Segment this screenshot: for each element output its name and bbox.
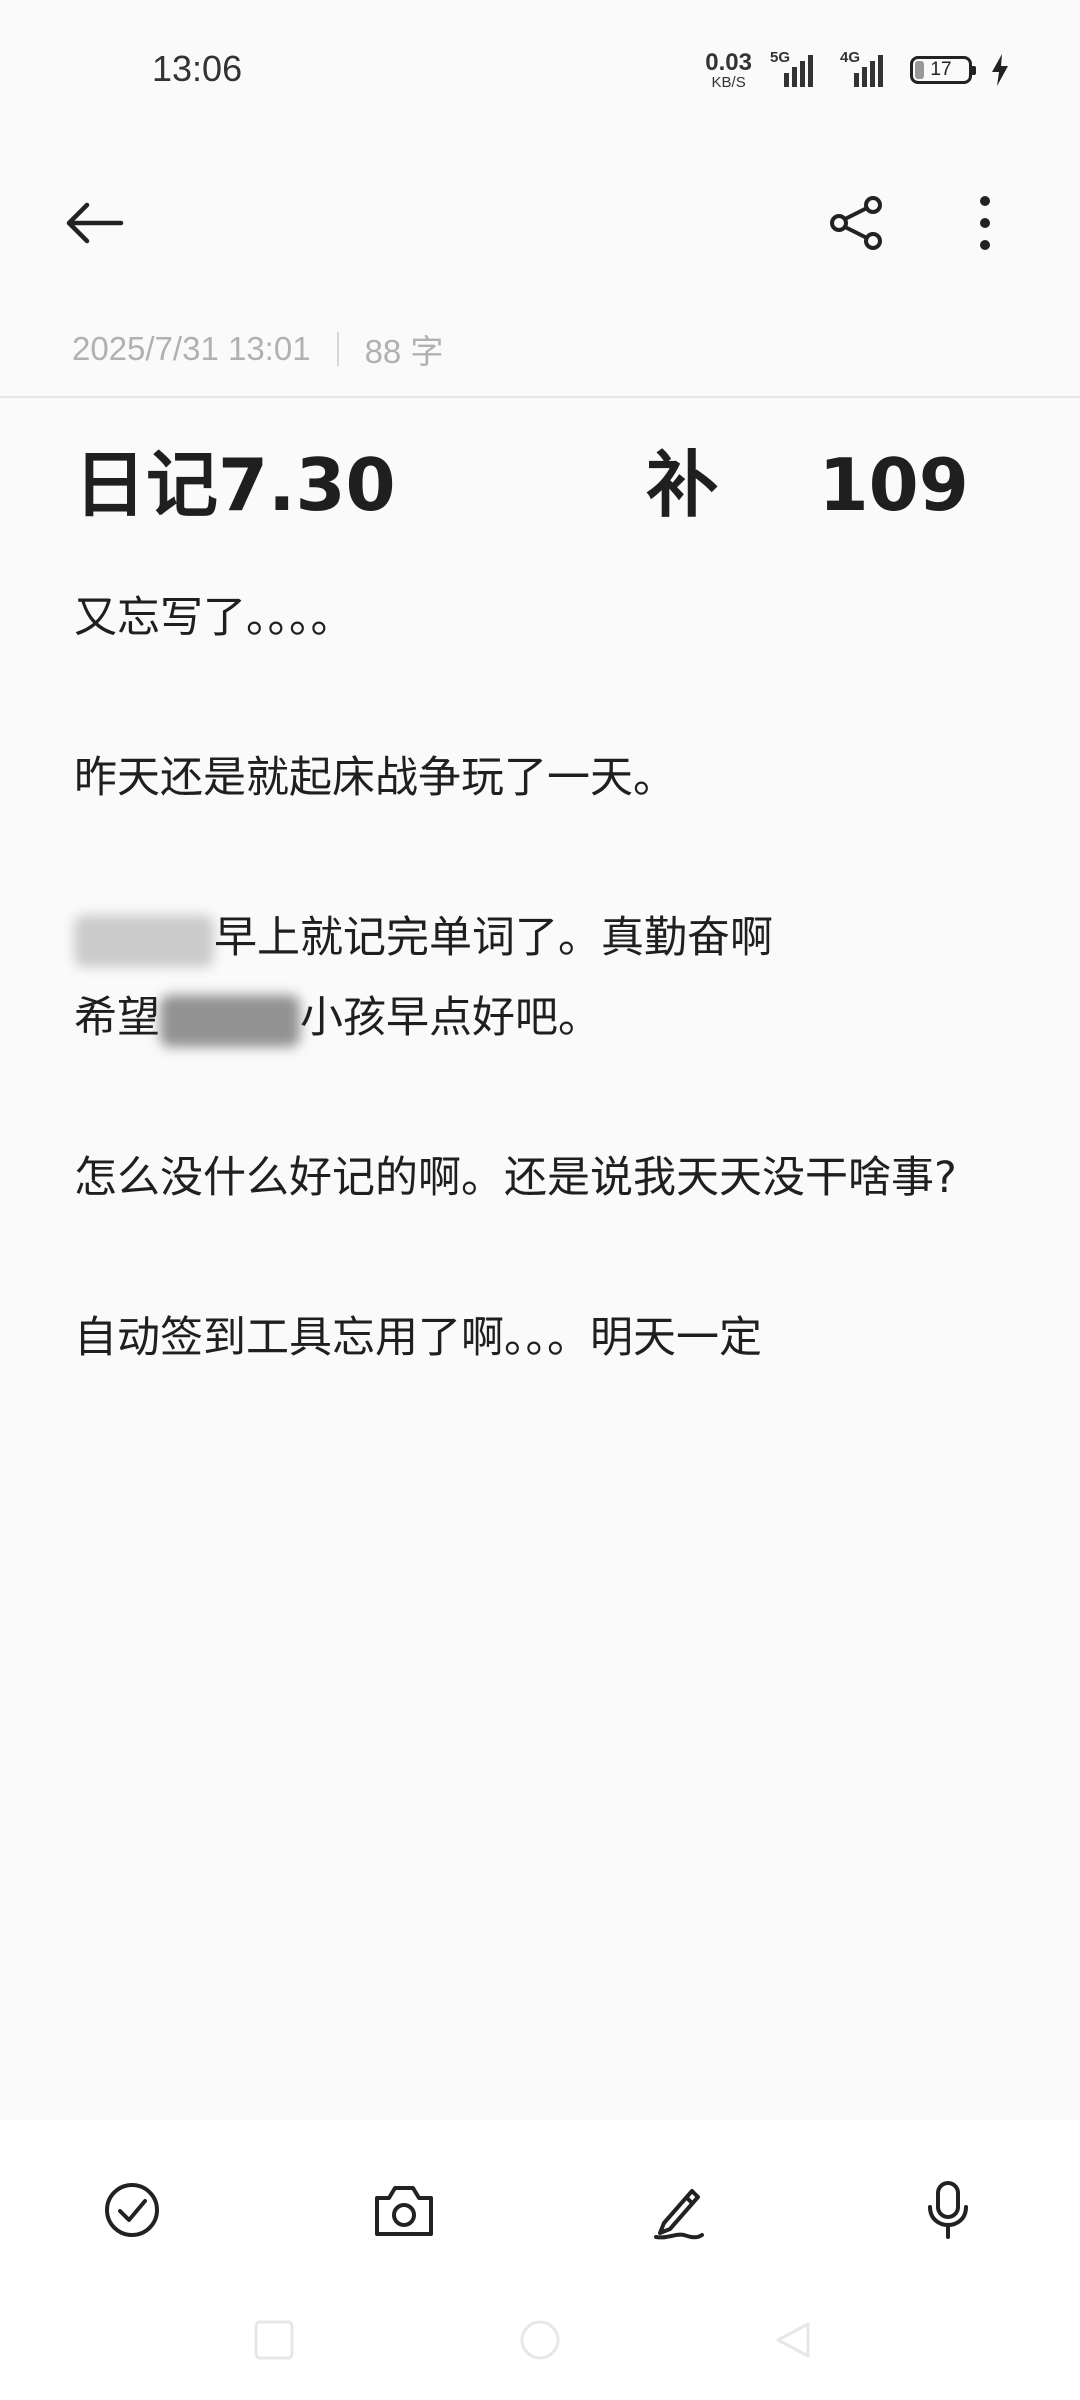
meta-separator xyxy=(336,332,339,366)
home-icon xyxy=(520,2320,560,2360)
note-body[interactable]: 又忘写了。。。。 昨天还是就起床战争玩了一天。 早上就记完单词了。真勤奋啊 希望… xyxy=(74,578,1014,1378)
share-icon xyxy=(830,196,882,250)
recent-apps-button[interactable] xyxy=(244,2310,304,2370)
microphone-icon xyxy=(928,2181,968,2239)
nav-back-button[interactable] xyxy=(764,2310,824,2370)
note-date: 2025/7/31 13:01 xyxy=(72,330,311,367)
camera-icon xyxy=(375,2186,433,2236)
note-paragraph-text: 希望 xyxy=(74,993,160,1043)
charging-bolt-icon xyxy=(992,54,1008,86)
note-paragraph: 怎么没什么好记的啊。还是说我天天没干啥事? xyxy=(74,1153,957,1203)
handwriting-pen-icon xyxy=(654,2189,704,2240)
checklist-icon xyxy=(105,2183,159,2237)
recent-apps-icon xyxy=(254,2320,294,2360)
voice-input-button[interactable] xyxy=(908,2170,988,2250)
note-paragraph-text: 早上就记完单词了。真勤奋啊 xyxy=(214,913,773,963)
handwriting-button[interactable] xyxy=(638,2170,718,2250)
note-paragraph-redacted-mid: 希望 小孩早点好吧。 xyxy=(74,978,1014,1058)
back-arrow-icon xyxy=(66,202,124,244)
note-toolbar xyxy=(0,160,1080,290)
note-paragraph: 昨天还是就起床战争玩了一天。 xyxy=(74,753,676,803)
battery-level: 17 xyxy=(930,59,952,80)
network-speed: 0.03 KB/S xyxy=(705,48,752,91)
share-button[interactable] xyxy=(812,178,902,268)
status-indicators: 0.03 KB/S 5G 4G 17 xyxy=(705,48,1010,92)
signal-5g-icon: 5G xyxy=(770,49,822,87)
network-speed-unit: KB/S xyxy=(711,73,746,91)
redacted-blur xyxy=(160,994,300,1047)
note-meta: 2025/7/31 13:01 88 字 xyxy=(72,324,443,374)
note-paragraph-text: 小孩早点好吧。 xyxy=(300,993,601,1043)
status-time: 13:06 xyxy=(152,48,243,89)
signal-4g-icon: 4G xyxy=(840,49,892,87)
more-options-button[interactable] xyxy=(940,178,1030,268)
checklist-button[interactable] xyxy=(92,2170,172,2250)
back-button[interactable] xyxy=(50,178,140,268)
header-divider xyxy=(0,396,1080,398)
battery-icon: 17 xyxy=(910,56,976,84)
camera-button[interactable] xyxy=(364,2170,444,2250)
signal-4g-tag: 4G xyxy=(840,49,861,66)
note-paragraph-redacted-start: 早上就记完单词了。真勤奋啊 xyxy=(74,898,1014,978)
system-navigation-bar xyxy=(0,2280,1080,2400)
home-button[interactable] xyxy=(510,2310,570,2370)
redacted-blur xyxy=(74,914,214,967)
note-paragraph: 又忘写了。。。。 xyxy=(74,593,354,643)
bottom-toolbar xyxy=(0,2120,1080,2280)
signal-5g-tag: 5G xyxy=(770,49,791,66)
status-bar: 13:06 0.03 KB/S 5G 4G 17 xyxy=(0,0,1080,140)
more-vertical-icon xyxy=(980,196,990,250)
note-title[interactable]: 日记7.30 补 109 xyxy=(74,440,1014,530)
word-count: 88 字 xyxy=(364,333,444,370)
nav-back-icon xyxy=(776,2322,810,2358)
note-paragraph: 自动签到工具忘用了啊。。。明天一定 xyxy=(74,1313,762,1363)
network-speed-value: 0.03 xyxy=(705,48,752,76)
